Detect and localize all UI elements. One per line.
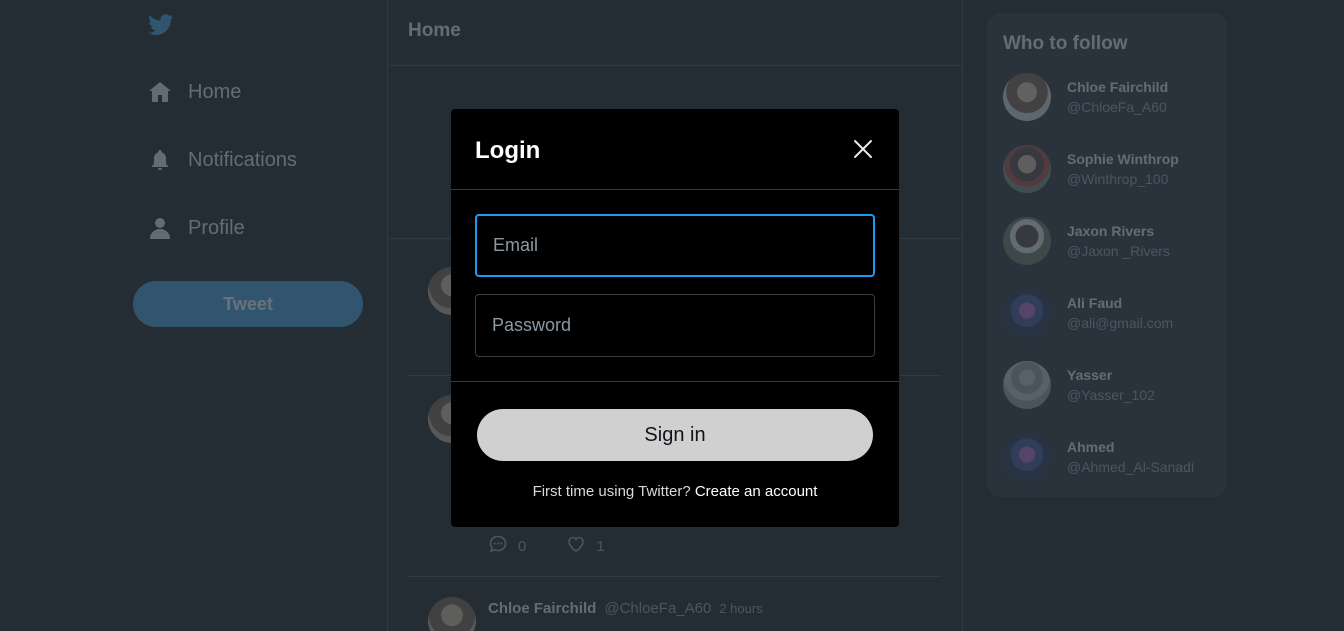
email-field[interactable] xyxy=(475,214,875,277)
signup-prompt-text: First time using Twitter? xyxy=(532,483,691,500)
modal-title: Login xyxy=(475,137,541,164)
create-account-link[interactable]: Create an account xyxy=(695,483,818,500)
signup-prompt: First time using Twitter? Create an acco… xyxy=(451,483,899,500)
modal-header: Login xyxy=(451,109,899,190)
password-field[interactable] xyxy=(475,294,875,357)
login-modal: Login Sign in First time using Twitter? … xyxy=(451,109,899,527)
close-icon xyxy=(851,140,875,164)
close-button[interactable] xyxy=(851,137,875,161)
sign-in-button[interactable]: Sign in xyxy=(477,409,873,461)
modal-divider xyxy=(451,381,899,382)
